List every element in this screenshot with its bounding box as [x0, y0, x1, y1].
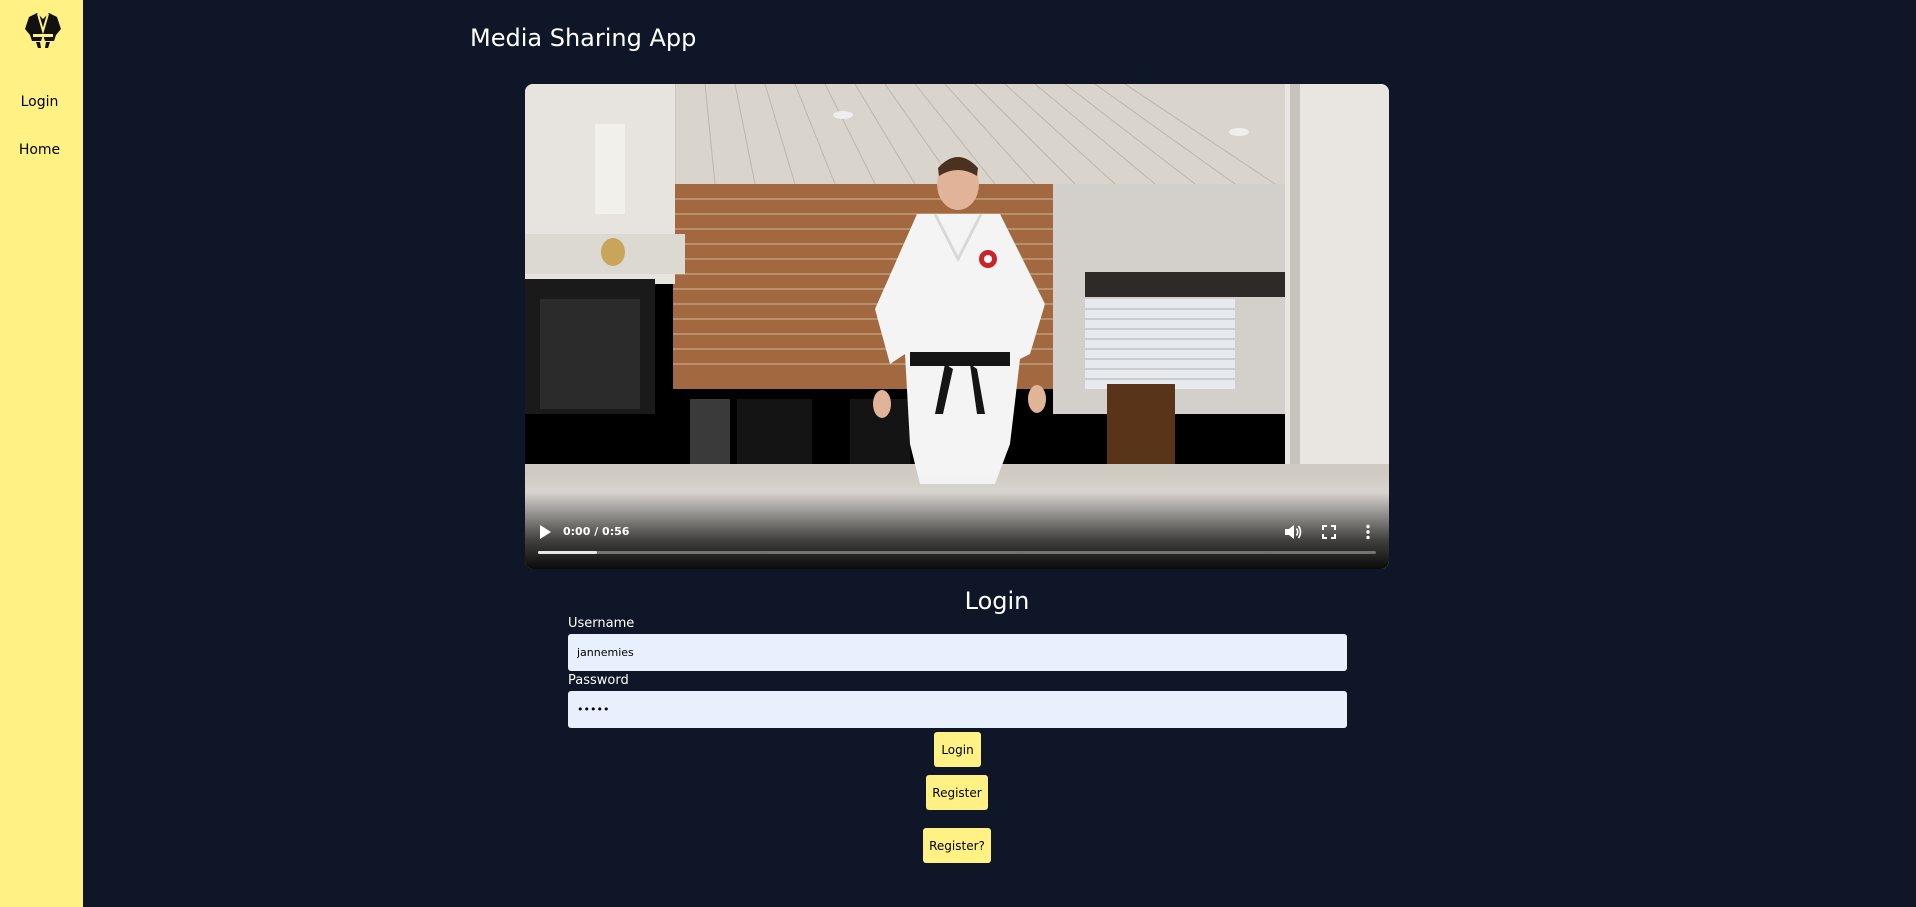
username-input[interactable] [568, 634, 1347, 671]
video-progress-bar[interactable] [538, 551, 1376, 554]
username-label: Username [568, 616, 635, 631]
password-input[interactable] [568, 691, 1347, 728]
more-options-icon[interactable] [1365, 524, 1371, 540]
register-toggle-button[interactable]: Register? [923, 828, 991, 863]
login-heading-wrap: Login [0, 587, 1915, 615]
karate-gi-logo-icon [25, 13, 61, 48]
register-button[interactable]: Register [926, 775, 988, 810]
video-controls-overlay [525, 473, 1389, 569]
password-label: Password [568, 673, 629, 688]
video-time-display: 0:00 / 0:56 [563, 525, 630, 538]
login-heading: Login [964, 587, 1030, 615]
play-icon[interactable] [538, 524, 552, 540]
sidebar: Login Home [0, 0, 83, 907]
sidebar-item-login[interactable]: Login [0, 94, 79, 110]
sidebar-item-home[interactable]: Home [0, 142, 79, 158]
video-progress-fill [538, 551, 597, 554]
login-button[interactable]: Login [934, 732, 981, 767]
page-title: Media Sharing App [470, 24, 697, 52]
video-player[interactable]: 0:00 / 0:56 [525, 84, 1389, 569]
fullscreen-icon[interactable] [1322, 525, 1336, 539]
volume-icon[interactable] [1284, 524, 1302, 540]
